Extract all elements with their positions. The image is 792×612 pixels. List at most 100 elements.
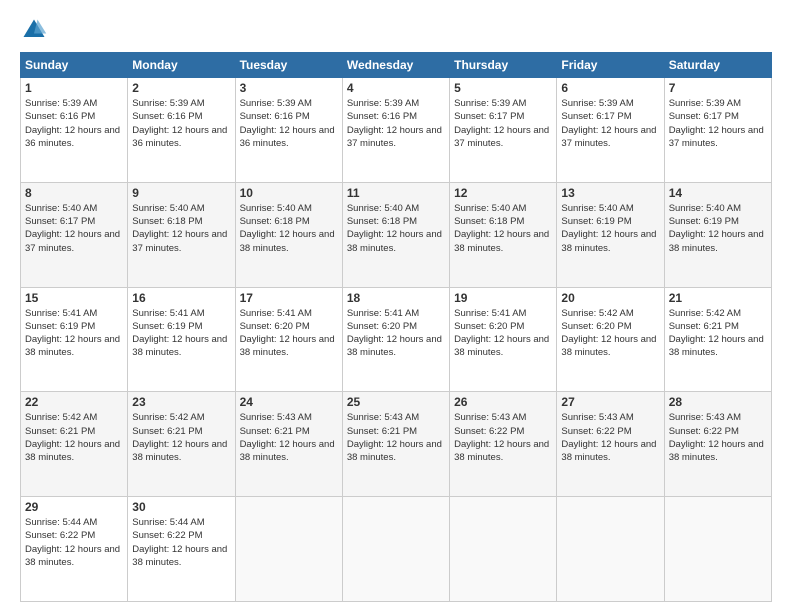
table-cell: 28 Sunrise: 5:43 AMSunset: 6:22 PMDayligh…: [664, 392, 771, 497]
table-cell: 16 Sunrise: 5:41 AMSunset: 6:19 PMDayligh…: [128, 287, 235, 392]
header: [20, 16, 772, 44]
table-cell: 7 Sunrise: 5:39 AMSunset: 6:17 PMDaylight…: [664, 78, 771, 183]
day-number: 28: [669, 395, 767, 409]
day-info: Sunrise: 5:42 AMSunset: 6:21 PMDaylight:…: [669, 308, 764, 359]
day-number: 13: [561, 186, 659, 200]
day-info: Sunrise: 5:43 AMSunset: 6:22 PMDaylight:…: [669, 412, 764, 463]
col-saturday: Saturday: [664, 53, 771, 78]
day-number: 30: [132, 500, 230, 514]
col-friday: Friday: [557, 53, 664, 78]
day-info: Sunrise: 5:40 AMSunset: 6:18 PMDaylight:…: [132, 203, 227, 254]
col-monday: Monday: [128, 53, 235, 78]
table-cell: 24Sunrise: 5:43 AMSunset: 6:21 PMDayligh…: [235, 392, 342, 497]
table-cell: [235, 497, 342, 602]
day-number: 29: [25, 500, 123, 514]
day-number: 27: [561, 395, 659, 409]
day-info: Sunrise: 5:42 AMSunset: 6:20 PMDaylight:…: [561, 308, 656, 359]
table-row: 29 Sunrise: 5:44 AMSunset: 6:22 PMDayligh…: [21, 497, 772, 602]
day-info: Sunrise: 5:39 AMSunset: 6:17 PMDaylight:…: [561, 98, 656, 149]
day-number: 17: [240, 291, 338, 305]
day-number: 15: [25, 291, 123, 305]
table-cell: 25 Sunrise: 5:43 AMSunset: 6:21 PMDayligh…: [342, 392, 449, 497]
day-number: 3: [240, 81, 338, 95]
day-info: Sunrise: 5:39 AMSunset: 6:16 PMDaylight:…: [132, 98, 227, 149]
day-number: 19: [454, 291, 552, 305]
day-info: Sunrise: 5:43 AMSunset: 6:21 PMDaylight:…: [347, 412, 442, 463]
table-cell: 4 Sunrise: 5:39 AMSunset: 6:16 PMDaylight…: [342, 78, 449, 183]
day-number: 26: [454, 395, 552, 409]
day-number: 7: [669, 81, 767, 95]
day-number: 12: [454, 186, 552, 200]
table-row: 15 Sunrise: 5:41 AMSunset: 6:19 PMDayligh…: [21, 287, 772, 392]
table-cell: 19 Sunrise: 5:41 AMSunset: 6:20 PMDayligh…: [450, 287, 557, 392]
day-info: Sunrise: 5:41 AMSunset: 6:19 PMDaylight:…: [25, 308, 120, 359]
day-number: 24: [240, 395, 338, 409]
table-cell: [557, 497, 664, 602]
day-number: 16: [132, 291, 230, 305]
table-cell: 20 Sunrise: 5:42 AMSunset: 6:20 PMDayligh…: [557, 287, 664, 392]
table-cell: 2 Sunrise: 5:39 AMSunset: 6:16 PMDaylight…: [128, 78, 235, 183]
day-info: Sunrise: 5:39 AMSunset: 6:16 PMDaylight:…: [347, 98, 442, 149]
day-number: 21: [669, 291, 767, 305]
table-cell: [664, 497, 771, 602]
day-info: Sunrise: 5:40 AMSunset: 6:18 PMDaylight:…: [240, 203, 335, 254]
table-cell: 13 Sunrise: 5:40 AMSunset: 6:19 PMDayligh…: [557, 182, 664, 287]
day-number: 2: [132, 81, 230, 95]
table-cell: 3 Sunrise: 5:39 AMSunset: 6:16 PMDaylight…: [235, 78, 342, 183]
day-info: Sunrise: 5:42 AMSunset: 6:21 PMDaylight:…: [132, 412, 227, 463]
table-row: 8 Sunrise: 5:40 AMSunset: 6:17 PMDaylight…: [21, 182, 772, 287]
day-number: 25: [347, 395, 445, 409]
table-cell: 17 Sunrise: 5:41 AMSunset: 6:20 PMDayligh…: [235, 287, 342, 392]
table-cell: 21 Sunrise: 5:42 AMSunset: 6:21 PMDayligh…: [664, 287, 771, 392]
day-number: 22: [25, 395, 123, 409]
table-cell: 22 Sunrise: 5:42 AMSunset: 6:21 PMDayligh…: [21, 392, 128, 497]
day-info: Sunrise: 5:41 AMSunset: 6:20 PMDaylight:…: [454, 308, 549, 359]
day-number: 11: [347, 186, 445, 200]
day-info: Sunrise: 5:40 AMSunset: 6:19 PMDaylight:…: [669, 203, 764, 254]
table-cell: 15 Sunrise: 5:41 AMSunset: 6:19 PMDayligh…: [21, 287, 128, 392]
table-cell: 27 Sunrise: 5:43 AMSunset: 6:22 PMDayligh…: [557, 392, 664, 497]
day-number: 10: [240, 186, 338, 200]
day-number: 9: [132, 186, 230, 200]
day-info: Sunrise: 5:43 AMSunset: 6:22 PMDaylight:…: [454, 412, 549, 463]
col-wednesday: Wednesday: [342, 53, 449, 78]
table-cell: 11 Sunrise: 5:40 AMSunset: 6:18 PMDayligh…: [342, 182, 449, 287]
day-info: Sunrise: 5:39 AMSunset: 6:16 PMDaylight:…: [240, 98, 335, 149]
table-cell: 12Sunrise: 5:40 AMSunset: 6:18 PMDayligh…: [450, 182, 557, 287]
table-cell: 30 Sunrise: 5:44 AMSunset: 6:22 PMDayligh…: [128, 497, 235, 602]
table-cell: 18 Sunrise: 5:41 AMSunset: 6:20 PMDayligh…: [342, 287, 449, 392]
day-number: 14: [669, 186, 767, 200]
calendar-header-row: Sunday Monday Tuesday Wednesday Thursday…: [21, 53, 772, 78]
day-number: 8: [25, 186, 123, 200]
day-info: Sunrise: 5:41 AMSunset: 6:20 PMDaylight:…: [347, 308, 442, 359]
day-number: 6: [561, 81, 659, 95]
page: Sunday Monday Tuesday Wednesday Thursday…: [0, 0, 792, 612]
day-info: Sunrise: 5:39 AMSunset: 6:16 PMDaylight:…: [25, 98, 120, 149]
table-cell: 23Sunrise: 5:42 AMSunset: 6:21 PMDayligh…: [128, 392, 235, 497]
logo-icon: [20, 16, 48, 44]
col-tuesday: Tuesday: [235, 53, 342, 78]
day-number: 5: [454, 81, 552, 95]
day-number: 4: [347, 81, 445, 95]
day-info: Sunrise: 5:41 AMSunset: 6:19 PMDaylight:…: [132, 308, 227, 359]
day-number: 20: [561, 291, 659, 305]
day-info: Sunrise: 5:39 AMSunset: 6:17 PMDaylight:…: [669, 98, 764, 149]
table-cell: 10 Sunrise: 5:40 AMSunset: 6:18 PMDayligh…: [235, 182, 342, 287]
col-sunday: Sunday: [21, 53, 128, 78]
table-cell: 6 Sunrise: 5:39 AMSunset: 6:17 PMDaylight…: [557, 78, 664, 183]
table-cell: [342, 497, 449, 602]
table-cell: 14 Sunrise: 5:40 AMSunset: 6:19 PMDayligh…: [664, 182, 771, 287]
day-info: Sunrise: 5:41 AMSunset: 6:20 PMDaylight:…: [240, 308, 335, 359]
day-number: 18: [347, 291, 445, 305]
table-cell: 5 Sunrise: 5:39 AMSunset: 6:17 PMDaylight…: [450, 78, 557, 183]
table-cell: 26 Sunrise: 5:43 AMSunset: 6:22 PMDayligh…: [450, 392, 557, 497]
day-info: Sunrise: 5:40 AMSunset: 6:17 PMDaylight:…: [25, 203, 120, 254]
day-info: Sunrise: 5:40 AMSunset: 6:18 PMDaylight:…: [347, 203, 442, 254]
day-info: Sunrise: 5:40 AMSunset: 6:19 PMDaylight:…: [561, 203, 656, 254]
day-info: Sunrise: 5:43 AMSunset: 6:22 PMDaylight:…: [561, 412, 656, 463]
calendar-table: Sunday Monday Tuesday Wednesday Thursday…: [20, 52, 772, 602]
day-info: Sunrise: 5:39 AMSunset: 6:17 PMDaylight:…: [454, 98, 549, 149]
table-row: 22 Sunrise: 5:42 AMSunset: 6:21 PMDayligh…: [21, 392, 772, 497]
day-info: Sunrise: 5:44 AMSunset: 6:22 PMDaylight:…: [132, 517, 227, 568]
day-info: Sunrise: 5:42 AMSunset: 6:21 PMDaylight:…: [25, 412, 120, 463]
